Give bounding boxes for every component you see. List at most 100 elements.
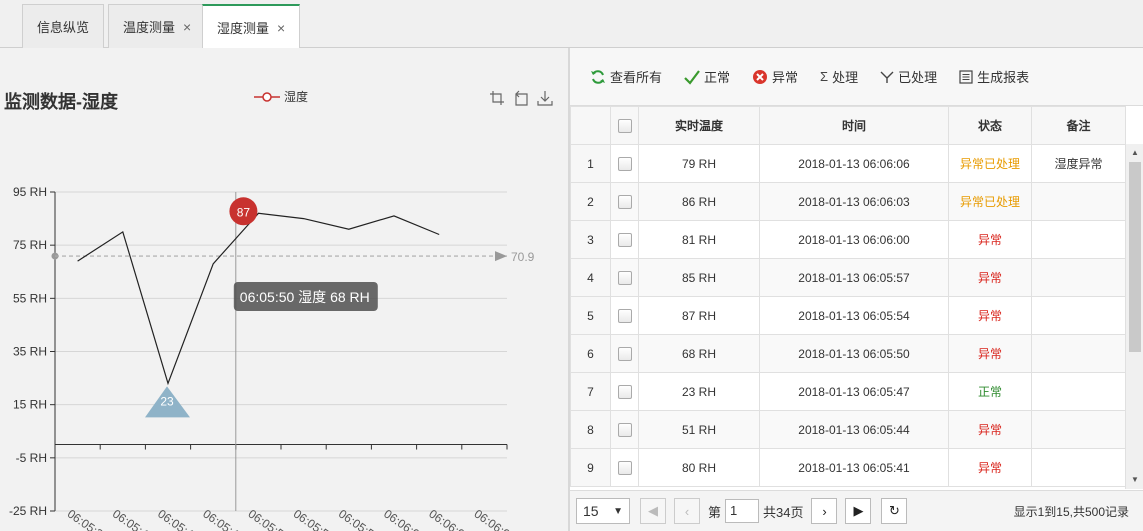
cell-temp: 87 RH (638, 296, 760, 335)
pagination-bar: 15 ▼ ◀ ‹ 第 1 共34页 › ▶ ↻ 显示1到15,共500记录 (570, 490, 1143, 531)
cell-note (1031, 372, 1126, 411)
table-row[interactable]: 7 23 RH 2018-01-13 06:05:47 正常 (570, 372, 1126, 411)
row-checkbox-cell[interactable] (610, 144, 639, 183)
scroll-down-icon[interactable]: ▼ (1126, 473, 1143, 487)
max-marker-label: 87 (237, 205, 251, 219)
next-page-button[interactable]: › (811, 498, 838, 524)
cell-status: 异常 (948, 220, 1032, 259)
cell-temp: 80 RH (638, 448, 760, 487)
report-label: 生成报表 (977, 70, 1030, 85)
process-button[interactable]: Σ 处理 (820, 67, 858, 86)
row-checkbox-cell[interactable] (610, 334, 639, 373)
column-header-status[interactable]: 状态 (948, 106, 1032, 145)
cell-note (1031, 220, 1126, 259)
row-number: 7 (570, 372, 611, 411)
tab-bar: 信息纵览 温度测量 × 湿度测量 × (0, 0, 1143, 49)
tab-humidity[interactable]: 湿度测量 × (202, 4, 301, 49)
tab-overview[interactable]: 信息纵览 (22, 4, 105, 48)
cell-temp: 68 RH (638, 334, 760, 373)
close-icon[interactable]: × (183, 19, 191, 35)
refresh-icon (590, 69, 606, 85)
checkbox[interactable] (617, 156, 632, 171)
x-tick-label: 06:06:03 (426, 507, 473, 531)
x-tick-label: 06:05:50 (246, 507, 293, 531)
table-row[interactable]: 2 86 RH 2018-01-13 06:06:03 异常已处理 (570, 182, 1126, 221)
select-all-checkbox[interactable] (610, 106, 639, 145)
row-checkbox-cell[interactable] (610, 220, 639, 259)
x-tick-label: 06:05:57 (336, 507, 383, 531)
checkbox[interactable] (617, 460, 632, 475)
table-row[interactable]: 9 80 RH 2018-01-13 06:05:41 异常 (570, 448, 1126, 487)
row-checkbox-cell[interactable] (610, 296, 639, 335)
normal-button[interactable]: 正常 (684, 67, 730, 86)
first-page-button[interactable]: ◀ (640, 498, 666, 524)
column-header-time[interactable]: 时间 (759, 106, 949, 145)
abnormal-button[interactable]: 异常 (752, 67, 798, 86)
table-row[interactable]: 4 85 RH 2018-01-13 06:05:57 异常 (570, 258, 1126, 297)
cell-time: 2018-01-13 06:05:44 (759, 410, 949, 449)
view-all-label: 查看所有 (610, 70, 663, 85)
cell-temp: 51 RH (638, 410, 760, 449)
y-tick-label: 75 RH (13, 238, 47, 252)
cell-time: 2018-01-13 06:05:57 (759, 258, 949, 297)
cell-status: 异常 (948, 258, 1032, 297)
cell-time: 2018-01-13 06:06:06 (759, 144, 949, 183)
vertical-scrollbar[interactable]: ▲ ▼ (1125, 144, 1143, 489)
report-button[interactable]: 生成报表 (959, 67, 1029, 86)
cell-time: 2018-01-13 06:05:54 (759, 296, 949, 335)
reload-button[interactable]: ↻ (881, 498, 908, 524)
row-number: 5 (570, 296, 611, 335)
cell-note (1031, 448, 1126, 487)
y-tick-label: 55 RH (13, 291, 47, 305)
page-prefix: 第 (708, 504, 722, 520)
records-panel: 查看所有 正常 异常 Σ 处理 已处理 生成报表 实时温度 时间 状态 备注 1… (570, 48, 1143, 531)
page-number-input[interactable]: 1 (725, 499, 760, 523)
checkbox[interactable] (617, 118, 632, 133)
cell-note (1031, 410, 1126, 449)
cell-time: 2018-01-13 06:05:47 (759, 372, 949, 411)
cell-status: 异常 (948, 296, 1032, 335)
checkbox[interactable] (617, 232, 632, 247)
page-size-select[interactable]: 15 ▼ (576, 498, 630, 524)
y-tick-label: -25 RH (9, 504, 47, 518)
filter-icon (880, 70, 894, 84)
row-checkbox-cell[interactable] (610, 258, 639, 297)
table-row[interactable]: 5 87 RH 2018-01-13 06:05:54 异常 (570, 296, 1126, 335)
table-row[interactable]: 1 79 RH 2018-01-13 06:06:06 异常已处理 湿度异常 (570, 144, 1126, 183)
checkbox[interactable] (617, 194, 632, 209)
prev-page-icon: ‹ (684, 503, 690, 519)
table-row[interactable]: 3 81 RH 2018-01-13 06:06:00 异常 (570, 220, 1126, 259)
row-checkbox-cell[interactable] (610, 448, 639, 487)
row-checkbox-cell[interactable] (610, 372, 639, 411)
cell-note (1031, 258, 1126, 297)
scrollbar-thumb[interactable] (1129, 162, 1141, 352)
row-number: 4 (570, 258, 611, 297)
row-number: 3 (570, 220, 611, 259)
page-total: 共34页 (763, 504, 804, 520)
processed-button[interactable]: 已处理 (880, 67, 937, 86)
column-header-temp[interactable]: 实时温度 (638, 106, 760, 145)
checkbox[interactable] (617, 346, 632, 361)
view-all-button[interactable]: 查看所有 (590, 67, 662, 86)
humidity-line-chart[interactable]: 95 RH 75 RH 55 RH 35 RH 15 RH -5 RH -25 RH 06:… (0, 48, 568, 531)
checkbox[interactable] (617, 422, 632, 437)
cell-time: 2018-01-13 06:06:03 (759, 182, 949, 221)
scroll-up-icon[interactable]: ▲ (1126, 146, 1143, 160)
x-tick-label: 06:05:38 (65, 507, 112, 531)
grid-toolbar: 查看所有 正常 异常 Σ 处理 已处理 生成报表 (570, 48, 1143, 106)
cell-note (1031, 296, 1126, 335)
checkbox[interactable] (617, 308, 632, 323)
checkbox[interactable] (617, 270, 632, 285)
column-header-note[interactable]: 备注 (1031, 106, 1126, 145)
close-icon[interactable]: × (277, 20, 285, 36)
checkbox[interactable] (617, 384, 632, 399)
table-row[interactable]: 8 51 RH 2018-01-13 06:05:44 异常 (570, 410, 1126, 449)
tab-temperature[interactable]: 温度测量 × (108, 4, 207, 48)
table-row[interactable]: 6 68 RH 2018-01-13 06:05:50 异常 (570, 334, 1126, 373)
process-label: 处理 (832, 70, 859, 85)
last-page-button[interactable]: ▶ (845, 498, 872, 524)
row-checkbox-cell[interactable] (610, 410, 639, 449)
record-info: 显示1到15,共500记录 (1013, 505, 1129, 519)
row-checkbox-cell[interactable] (610, 182, 639, 221)
prev-page-button[interactable]: ‹ (674, 498, 700, 524)
